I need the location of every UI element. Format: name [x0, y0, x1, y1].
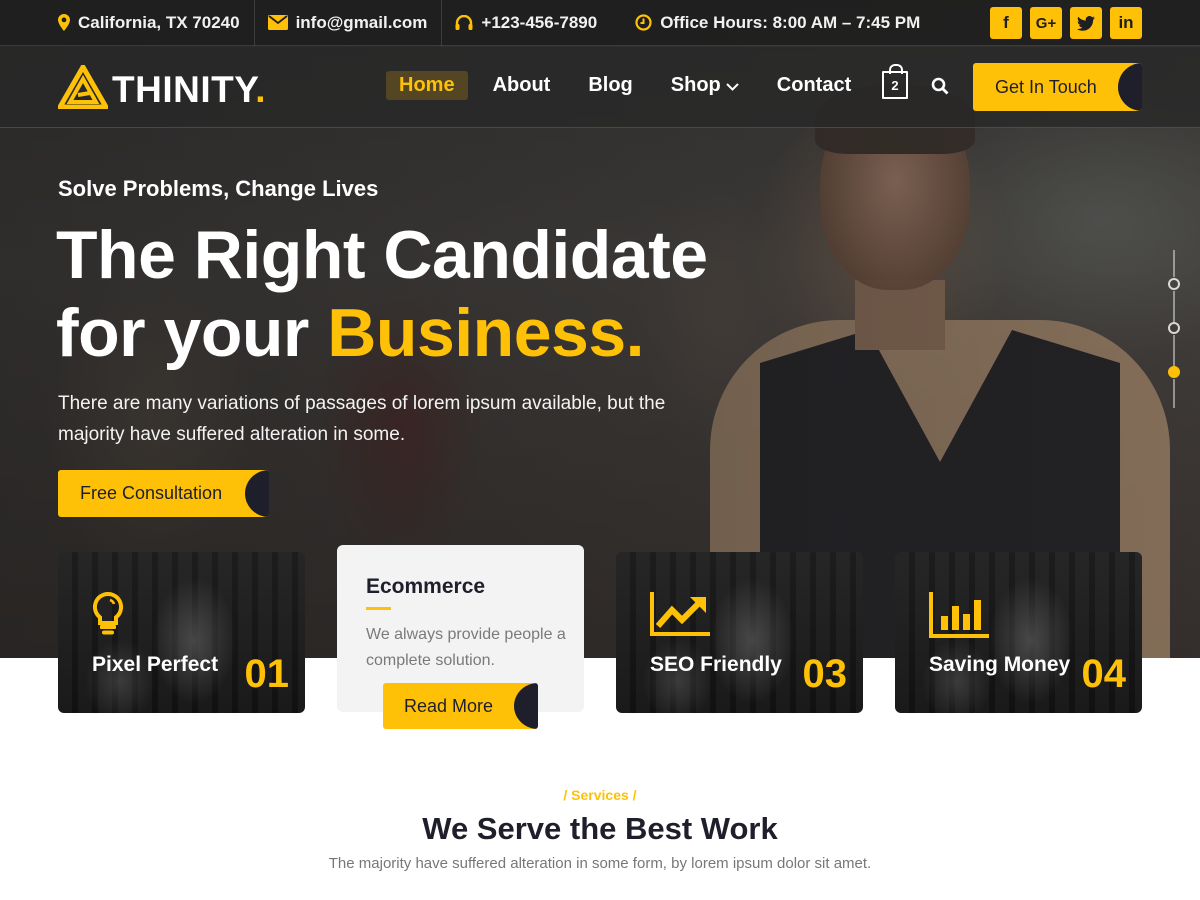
feature-number: 01 — [244, 652, 290, 696]
slider-pagination — [1166, 250, 1182, 408]
services-subtitle: The majority have suffered alteration in… — [328, 855, 872, 872]
slider-dot-1[interactable] — [1168, 278, 1180, 290]
search-icon[interactable] — [931, 77, 949, 100]
feature-card-saving-money[interactable]: Saving Money 04 — [895, 552, 1142, 713]
slider-dot-2[interactable] — [1168, 322, 1180, 334]
get-in-touch-button[interactable]: Get In Touch — [973, 63, 1142, 111]
feature-card-pixel-perfect[interactable]: Pixel Perfect 01 — [58, 552, 305, 713]
logo-text: THINITY. — [112, 68, 267, 110]
feature-title: SEO Friendly — [650, 653, 782, 676]
slider-dot-3-active[interactable] — [1168, 366, 1180, 378]
hero-title-line1: The Right Candidate — [56, 217, 708, 293]
facebook-icon[interactable]: f — [990, 7, 1022, 39]
hero-description: There are many variations of passages of… — [58, 393, 666, 445]
feature-description: We always provide people a complete solu… — [366, 626, 566, 669]
feature-title: Saving Money — [929, 653, 1071, 676]
email-text: info@gmail.com — [295, 12, 428, 32]
hero-title-highlight: Business. — [327, 295, 645, 371]
phone-text: +123-456-7890 — [481, 12, 598, 32]
logo-triangle-icon — [55, 61, 111, 114]
headset-icon — [455, 14, 473, 31]
address-info: California, TX 70240 — [0, 0, 254, 46]
office-hours-text: Office Hours: 8:00 AM – 7:45 PM — [660, 12, 921, 32]
shopping-bag-icon[interactable]: 2 — [882, 64, 908, 99]
get-in-touch-label: Get In Touch — [995, 76, 1097, 97]
phone-info[interactable]: +123-456-7890 — [442, 0, 635, 46]
feature-number: 03 — [802, 652, 848, 696]
top-bar: California, TX 70240 info@gmail.com +123… — [0, 0, 1200, 46]
feature-card-seo-friendly[interactable]: SEO Friendly 03 — [616, 552, 863, 713]
hero-kicker: Solve Problems, Change Lives — [58, 176, 379, 201]
office-hours-info: Office Hours: 8:00 AM – 7:45 PM — [635, 0, 920, 46]
free-consultation-label: Free Consultation — [80, 483, 223, 503]
clock-icon — [635, 14, 652, 31]
title-underline — [366, 607, 391, 610]
twitter-icon[interactable] — [1070, 7, 1102, 39]
free-consultation-button[interactable]: Free Consultation — [58, 470, 269, 517]
feature-title: Ecommerce — [366, 575, 486, 598]
chevron-down-icon — [726, 74, 739, 97]
nav-item-blog[interactable]: Blog — [575, 71, 645, 100]
feature-title: Pixel Perfect — [92, 653, 219, 676]
email-info[interactable]: info@gmail.com — [255, 0, 442, 46]
read-more-button[interactable]: Read More — [383, 683, 538, 729]
services-kicker: / Services / — [563, 787, 637, 803]
services-title: We Serve the Best Work — [422, 811, 778, 846]
button-accent-shape — [514, 683, 538, 729]
bar-chart-icon — [929, 592, 991, 643]
hero-title: The Right Candidate for your Business. — [56, 216, 708, 372]
nav-item-shop-label: Shop — [670, 74, 721, 96]
hero-title-line2: for your — [56, 295, 328, 371]
nav-item-home[interactable]: Home — [386, 71, 468, 100]
social-links: f G+ in — [990, 7, 1142, 39]
google-plus-icon[interactable]: G+ — [1030, 7, 1062, 39]
location-pin-icon — [58, 14, 70, 31]
growth-chart-icon — [650, 592, 712, 641]
nav-item-about[interactable]: About — [480, 71, 564, 100]
primary-nav: Home About Blog Shop Contact — [386, 71, 876, 100]
address-text: California, TX 70240 — [78, 12, 240, 32]
cart-count-badge: 2 — [891, 77, 899, 93]
linkedin-icon[interactable]: in — [1110, 7, 1142, 39]
main-navbar: THINITY. Home About Blog Shop Contact 2 … — [0, 47, 1200, 128]
nav-item-contact[interactable]: Contact — [764, 71, 864, 100]
button-accent-shape — [245, 470, 269, 517]
feature-number: 04 — [1081, 652, 1127, 696]
envelope-icon — [267, 15, 288, 30]
lightbulb-icon — [92, 591, 124, 641]
site-logo[interactable]: THINITY. — [55, 61, 267, 114]
button-accent-shape — [1118, 63, 1142, 111]
nav-item-shop[interactable]: Shop — [658, 71, 752, 100]
read-more-label: Read More — [404, 695, 494, 716]
